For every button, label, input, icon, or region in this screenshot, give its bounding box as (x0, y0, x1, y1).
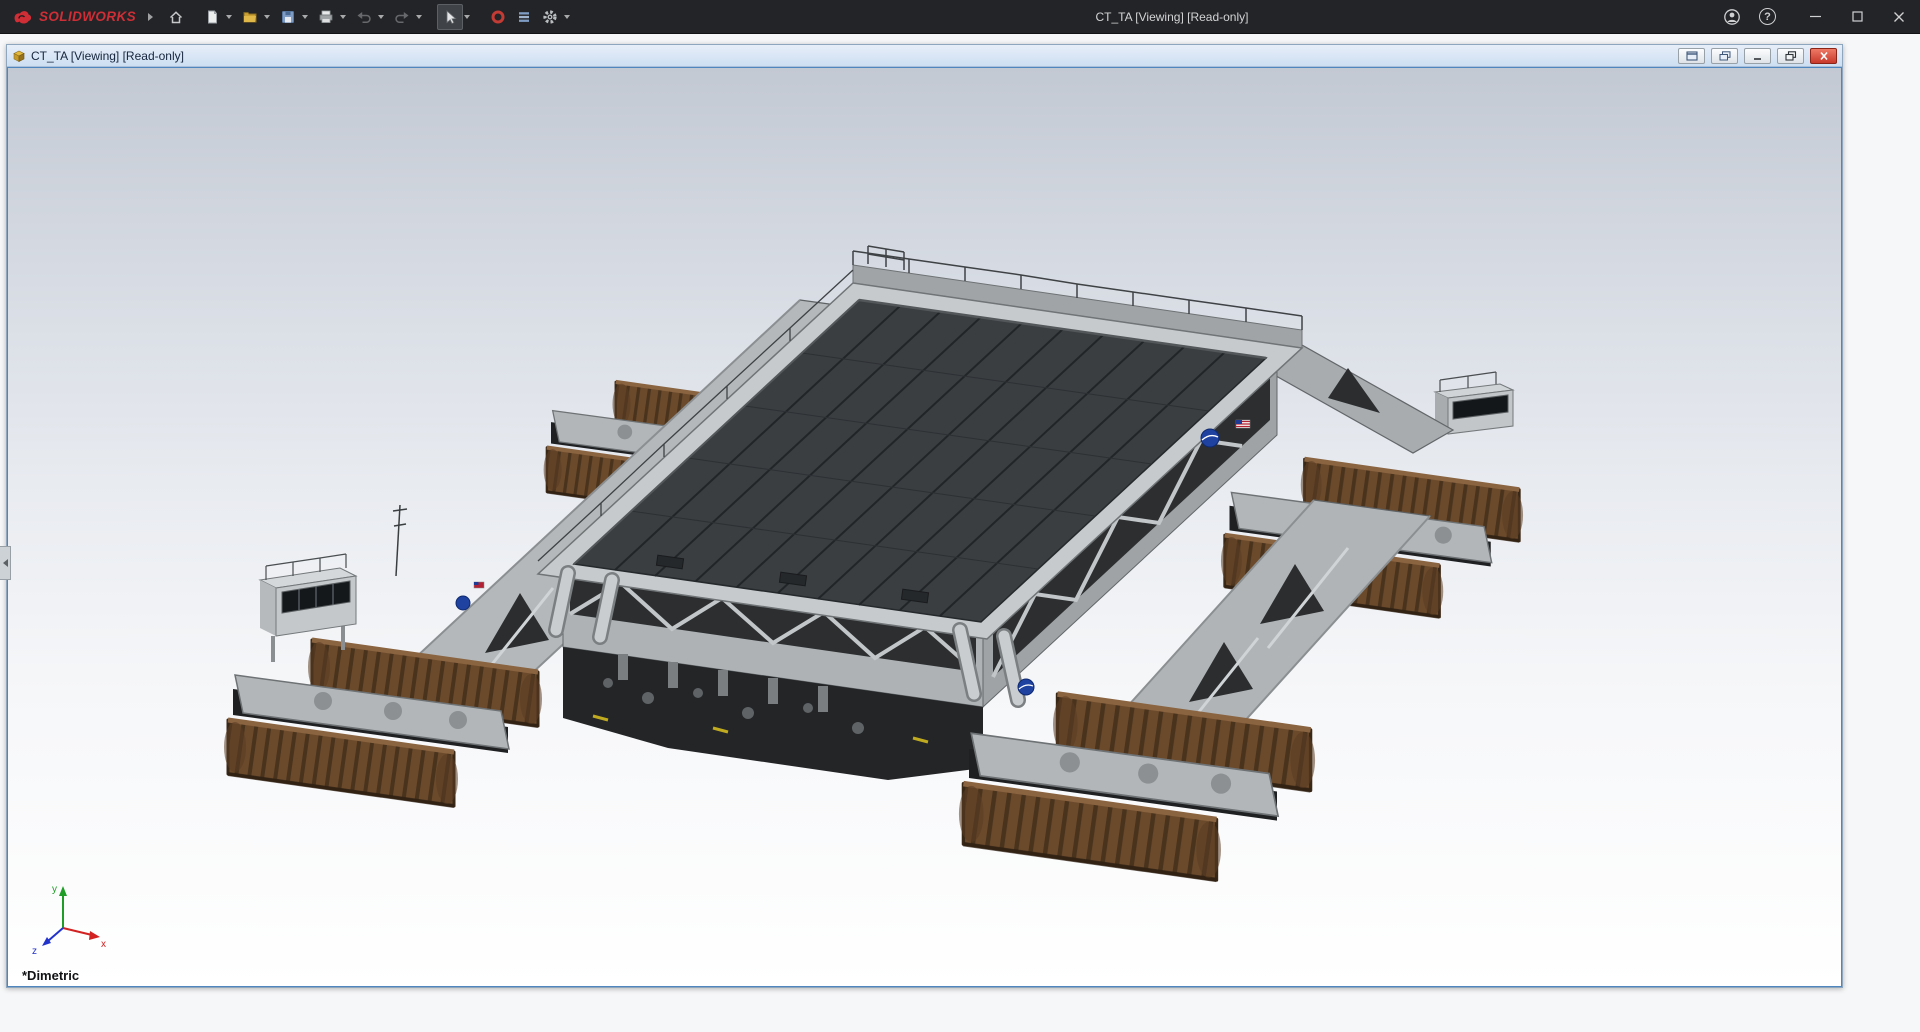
save-icon (282, 10, 294, 23)
crawler-transporter-model (224, 245, 1523, 880)
solidworks-logo: SOLIDWORKS (0, 9, 144, 25)
flyout-arrow-icon (2, 559, 8, 567)
track-unit-near-right (959, 694, 1315, 880)
new-document-button[interactable] (199, 4, 225, 30)
print-dropdown-caret[interactable] (340, 14, 346, 19)
solidworks-part-icon (13, 50, 25, 62)
redo-dropdown-caret[interactable] (416, 14, 422, 19)
ds-logo-icon (14, 10, 32, 24)
undo-button[interactable] (351, 4, 377, 30)
document-titlebar[interactable]: CT_TA [Viewing] [Read-only] (7, 45, 1842, 67)
view-orientation-label: *Dimetric (22, 968, 80, 983)
doc-minimize-button[interactable] (1744, 47, 1771, 64)
display-pane-button[interactable] (511, 4, 537, 30)
doc-tile-button[interactable] (1678, 47, 1705, 64)
toolbar-expand-arrow-icon[interactable] (148, 12, 153, 21)
print-icon (319, 10, 333, 23)
options-gear-icon (543, 9, 557, 24)
open-folder-icon (243, 11, 257, 22)
doc-cascade-button[interactable] (1711, 47, 1738, 64)
featuremanager-flyout-tab[interactable] (0, 546, 11, 580)
redo-icon (395, 11, 409, 23)
document-title-text: CT_TA [Viewing] [Read-only] (31, 48, 184, 63)
track-unit-near-left (224, 640, 542, 806)
home-icon (169, 10, 183, 23)
home-button[interactable] (163, 4, 189, 30)
document-window: CT_TA [Viewing] [Read-only] y x z *Dimet… (6, 44, 1843, 988)
left-operator-cab (258, 553, 358, 662)
minimize-icon (1809, 15, 1821, 18)
open-dropdown-caret[interactable] (264, 14, 270, 19)
app-titlebar: SOLIDWORKS CT_TA [Viewing] [Read-only] ? (0, 0, 1920, 34)
doc-restore-button[interactable] (1777, 47, 1804, 64)
right-operator-cab (1433, 371, 1515, 435)
doc-restore-icon (1784, 50, 1796, 61)
app-minimize-button[interactable] (1794, 0, 1836, 34)
new-document-icon (208, 10, 217, 23)
doc-close-icon (1819, 51, 1828, 60)
undo-dropdown-caret[interactable] (378, 14, 384, 19)
window-cascade-icon (1719, 50, 1730, 60)
doc-minimize-icon (1753, 57, 1761, 60)
save-button[interactable] (275, 4, 301, 30)
help-button[interactable]: ? (1759, 8, 1776, 25)
options-button[interactable] (537, 4, 563, 30)
triad-x-label: x (101, 939, 106, 950)
orientation-triad: y x z (32, 884, 106, 957)
maximize-icon (1851, 11, 1863, 22)
select-cursor-icon (446, 9, 457, 24)
window-tile-icon (1685, 50, 1698, 61)
triad-z-label: z (32, 946, 37, 957)
open-button[interactable] (237, 4, 263, 30)
options-dropdown-caret[interactable] (564, 14, 570, 19)
app-close-button[interactable] (1878, 0, 1920, 34)
new-document-dropdown-caret[interactable] (226, 14, 232, 19)
antenna-mast (392, 504, 408, 577)
close-icon (1894, 11, 1904, 22)
mouse-gestures-icon (491, 10, 505, 23)
triad-y-label: y (52, 884, 57, 895)
user-account-icon (1724, 8, 1740, 25)
undo-icon (357, 11, 371, 23)
brand-wordmark: SOLIDWORKS (39, 9, 136, 24)
graphics-viewport[interactable]: y x z *Dimetric (7, 67, 1842, 987)
app-maximize-button[interactable] (1836, 0, 1878, 34)
account-button[interactable] (1719, 4, 1745, 30)
doc-close-button[interactable] (1810, 47, 1837, 64)
redo-button[interactable] (389, 4, 415, 30)
save-dropdown-caret[interactable] (302, 14, 308, 19)
display-pane-icon (519, 11, 529, 22)
app-client-area: CT_TA [Viewing] [Read-only] y x z *Dimet… (0, 34, 1920, 1032)
select-dropdown-caret[interactable] (464, 14, 470, 19)
print-button[interactable] (313, 4, 339, 30)
select-tool-button[interactable] (437, 3, 463, 30)
app-document-title: CT_TA [Viewing] [Read-only] (1095, 10, 1249, 24)
viewport-canvas[interactable]: y x z (8, 68, 1841, 986)
mouse-gestures-button[interactable] (485, 4, 511, 30)
